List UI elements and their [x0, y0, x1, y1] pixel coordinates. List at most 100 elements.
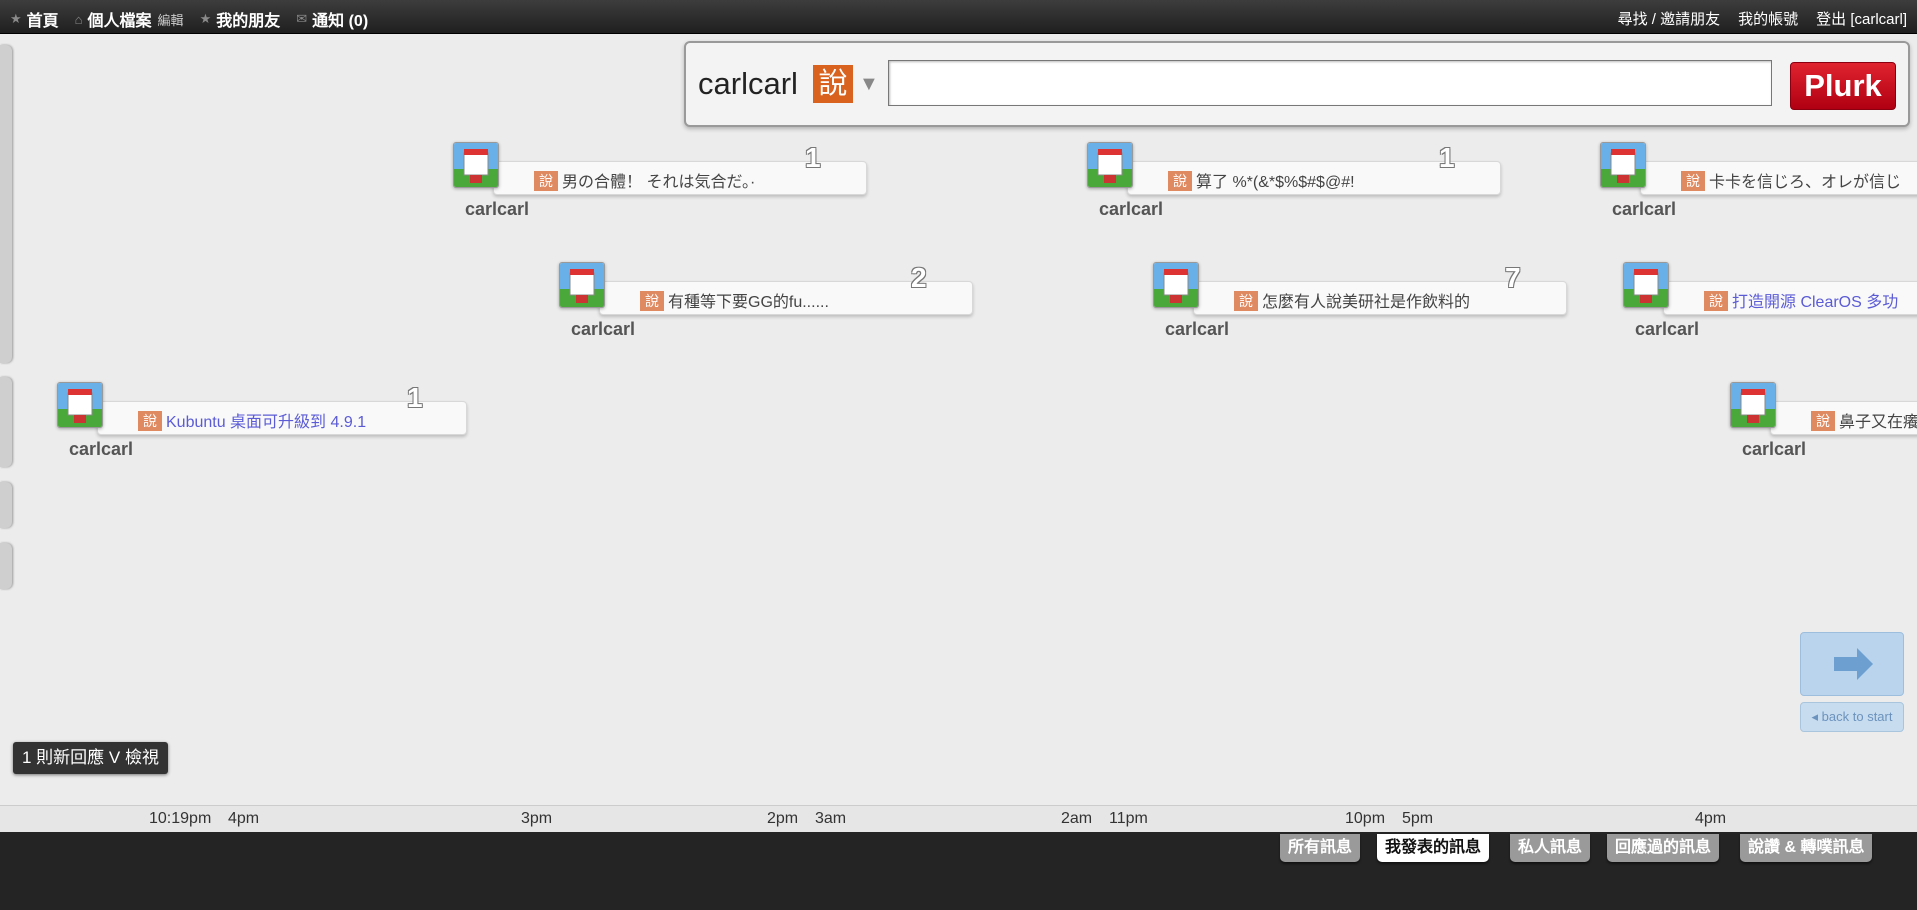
- side-panel-tab[interactable]: [0, 377, 12, 467]
- avatar-image: [1601, 143, 1645, 187]
- qualifier-select[interactable]: 說: [813, 65, 853, 103]
- plurk-author[interactable]: carlcarl: [1099, 199, 1163, 220]
- avatar[interactable]: [1623, 262, 1669, 308]
- avatar-image: [1088, 143, 1132, 187]
- qualifier-badge: 說: [1704, 291, 1728, 311]
- new-responses-notice[interactable]: 1 則新回應 V 檢視: [13, 742, 168, 774]
- avatar[interactable]: [1153, 262, 1199, 308]
- avatar[interactable]: [57, 382, 103, 428]
- avatar[interactable]: [559, 262, 605, 308]
- tab-my-plurks[interactable]: 我發表的訊息: [1377, 834, 1490, 862]
- timeline-next-button[interactable]: [1800, 632, 1904, 696]
- plurk-text[interactable]: 打造開源 ClearOS 多功: [1732, 288, 1898, 312]
- back-to-start-button[interactable]: ◂ back to start: [1800, 702, 1904, 732]
- star-icon: ★: [199, 11, 212, 26]
- home-icon: ⌂: [74, 11, 83, 27]
- time-tick: 3pm: [521, 810, 553, 827]
- qualifier-badge: 說: [1168, 171, 1192, 191]
- time-tick: 3am: [815, 810, 847, 827]
- composer-username: carlcarl: [698, 66, 798, 101]
- top-nav-bar: ★ 首頁 ⌂ 個人檔案 編輯 ★ 我的朋友 ✉ 通知 (0) 尋找 / 邀請朋友…: [0, 0, 1917, 34]
- plurk-bubble[interactable]: 說 鼻子又在癢: [1770, 401, 1917, 435]
- nav-profile-label: 個人檔案: [87, 13, 152, 30]
- time-tick: 10pm: [1345, 810, 1386, 827]
- plurk-composer: carlcarl 說 ▼ Plurk: [684, 41, 1910, 127]
- plurk-text[interactable]: 有種等下要GG的fu......: [668, 288, 829, 312]
- plurk-text[interactable]: 算了 %*(&*$%$#$@#!: [1196, 168, 1355, 192]
- nav-home[interactable]: ★ 首頁: [10, 7, 59, 31]
- nav-profile[interactable]: ⌂ 個人檔案 編輯: [75, 7, 184, 31]
- plurk-author[interactable]: carlcarl: [1742, 439, 1806, 460]
- nav-home-label: 首頁: [26, 13, 59, 30]
- plurk-author[interactable]: carlcarl: [69, 439, 133, 460]
- time-tick: 5pm: [1402, 810, 1434, 827]
- avatar[interactable]: [1600, 142, 1646, 188]
- response-count: 1: [805, 142, 821, 173]
- side-panel-tab[interactable]: [0, 543, 12, 589]
- avatar-image: [58, 383, 102, 427]
- time-tick: 2am: [1061, 810, 1093, 827]
- nav-profile-edit-link[interactable]: 編輯: [158, 10, 184, 29]
- plurk-input[interactable]: [888, 60, 1772, 106]
- nav-notifications-label: 通知 (0): [312, 13, 369, 30]
- find-invite-friends-link[interactable]: 尋找 / 邀請朋友: [1618, 8, 1721, 29]
- response-count: 7: [1505, 262, 1521, 293]
- time-tick: 11pm: [1109, 810, 1148, 827]
- chevron-down-icon[interactable]: ▼: [859, 73, 879, 96]
- avatar-image: [1154, 263, 1198, 307]
- avatar-image: [1731, 383, 1775, 427]
- plurk-text[interactable]: 怎麼有人說美研社是作飲料的: [1262, 288, 1470, 312]
- time-tick: 4pm: [228, 810, 260, 827]
- avatar-image: [454, 143, 498, 187]
- time-tick: 4pm: [1695, 810, 1727, 827]
- nav-friends-label: 我的朋友: [216, 13, 281, 30]
- plurk-author[interactable]: carlcarl: [1635, 319, 1699, 340]
- qualifier-badge: 說: [138, 411, 162, 431]
- plurk-author[interactable]: carlcarl: [1165, 319, 1229, 340]
- plurk-text[interactable]: 男の合體！ それは気合だ。·: [562, 168, 755, 192]
- timeline-axis: 10:19pm 4pm 3pm 2pm 3am 2am 11pm 10pm 5p…: [0, 805, 1917, 833]
- plurk-text[interactable]: 卡卡を信じろ、オレが信じ: [1709, 168, 1901, 192]
- plurk-author[interactable]: carlcarl: [465, 199, 529, 220]
- mail-icon: ✉: [296, 11, 308, 26]
- time-tick: 2pm: [767, 810, 799, 827]
- plurk-author[interactable]: carlcarl: [571, 319, 635, 340]
- top-nav-left: ★ 首頁 ⌂ 個人檔案 編輯 ★ 我的朋友 ✉ 通知 (0): [10, 7, 384, 31]
- avatar-image: [560, 263, 604, 307]
- back-to-start-label: back to start: [1821, 709, 1893, 724]
- avatar[interactable]: [1730, 382, 1776, 428]
- avatar[interactable]: [453, 142, 499, 188]
- qualifier-badge: 說: [534, 171, 558, 191]
- plurk-text[interactable]: Kubuntu 桌面可升級到 4.9.1: [166, 408, 366, 432]
- qualifier-badge: 說: [1234, 291, 1258, 311]
- side-panel-tab[interactable]: [0, 482, 12, 528]
- response-count: 2: [911, 262, 927, 293]
- star-icon: ★: [10, 11, 22, 26]
- tab-liked-replurked[interactable]: 說讚 & 轉噗訊息: [1740, 834, 1873, 862]
- nav-friends[interactable]: ★ 我的朋友: [200, 7, 281, 31]
- response-count: 1: [1439, 142, 1455, 173]
- plurk-author[interactable]: carlcarl: [1612, 199, 1676, 220]
- qualifier-badge: 說: [1811, 411, 1835, 431]
- side-panel-tab[interactable]: [0, 45, 12, 363]
- tab-all-plurks[interactable]: 所有訊息: [1280, 834, 1361, 862]
- qualifier-badge: 說: [1681, 171, 1705, 191]
- chevron-left-icon: ◂: [1811, 709, 1819, 724]
- plurk-text[interactable]: 鼻子又在癢: [1839, 408, 1917, 432]
- top-nav-right: 尋找 / 邀請朋友 我的帳號 登出 [carlcarl]: [1600, 8, 1907, 29]
- plurk-bubble[interactable]: 說 卡卡を信じろ、オレが信じ: [1640, 161, 1917, 195]
- time-tick: 10:19pm: [149, 810, 212, 827]
- plurk-submit-button[interactable]: Plurk: [1790, 62, 1896, 110]
- logout-link[interactable]: 登出 [carlcarl]: [1816, 8, 1907, 29]
- plurk-bubble[interactable]: 說 打造開源 ClearOS 多功: [1663, 281, 1917, 315]
- filter-bar: 所有訊息 我發表的訊息 私人訊息 回應過的訊息 說讚 & 轉噗訊息: [0, 832, 1917, 910]
- nav-notifications[interactable]: ✉ 通知 (0): [296, 7, 368, 31]
- tab-responded-plurks[interactable]: 回應過的訊息: [1607, 834, 1720, 862]
- qualifier-badge: 說: [640, 291, 664, 311]
- avatar[interactable]: [1087, 142, 1133, 188]
- arrow-right-icon: [1834, 648, 1873, 680]
- tab-private-plurks[interactable]: 私人訊息: [1510, 834, 1591, 862]
- my-account-link[interactable]: 我的帳號: [1738, 8, 1798, 29]
- avatar-image: [1624, 263, 1668, 307]
- response-count: 1: [407, 382, 423, 413]
